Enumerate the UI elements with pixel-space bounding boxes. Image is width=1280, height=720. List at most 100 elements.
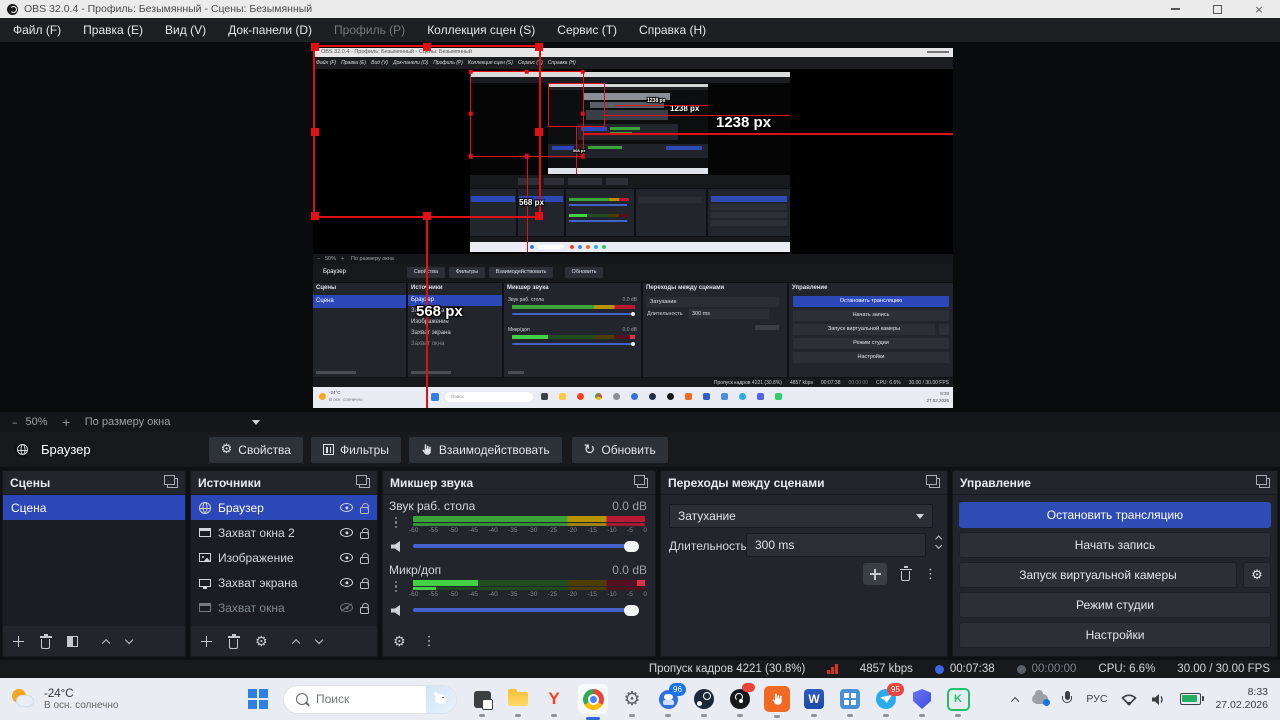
preview-area[interactable]: OBS 32.0.4 - Профиль: Безымянный - Сцены… (0, 42, 1280, 412)
filters-button[interactable]: Фильтры (310, 436, 401, 463)
visibility-icon[interactable] (340, 528, 353, 537)
add-scene-icon[interactable] (13, 636, 24, 647)
add-transition-button[interactable] (863, 563, 887, 585)
word-button[interactable]: W (802, 687, 826, 717)
scene-row[interactable]: Сцена (3, 495, 185, 520)
volume-slider[interactable] (413, 604, 639, 616)
source-row[interactable]: Изображение (191, 545, 377, 570)
preview-canvas[interactable]: OBS 32.0.4 - Профиль: Безымянный - Сцены… (313, 48, 953, 408)
menu-item-0[interactable]: Файл (F) (2, 18, 72, 42)
menu-item-6[interactable]: Сервис (T) (546, 18, 628, 42)
virtual-camera-config-button[interactable]: ⚙ (1243, 562, 1271, 588)
duration-input[interactable]: 300 ms (746, 533, 926, 557)
move-source-down-icon[interactable] (314, 635, 324, 645)
start-button[interactable] (246, 687, 270, 711)
file-explorer-button[interactable] (506, 687, 530, 717)
visibility-icon[interactable] (340, 503, 353, 512)
speaker-icon[interactable] (391, 605, 400, 616)
sources-list[interactable]: Браузер Захват окна 2 Изображение Захват… (191, 495, 377, 626)
studio-mode-button[interactable]: Режим студии (959, 592, 1271, 618)
visibility-icon[interactable] (340, 578, 353, 587)
zoom-out-button[interactable]: – (0, 416, 26, 429)
channel-grip-icon[interactable] (395, 581, 398, 593)
telegram-button[interactable]: 95 (874, 683, 904, 717)
task-view-button[interactable] (470, 687, 494, 717)
visibility-off-icon[interactable] (340, 603, 353, 612)
volume-slider[interactable] (413, 540, 639, 552)
menu-item-7[interactable]: Справка (H) (628, 18, 717, 42)
yandex-browser-button[interactable]: Y (542, 687, 566, 717)
kaspersky-button[interactable]: K (946, 687, 970, 717)
menu-item-2[interactable]: Вид (V) (154, 18, 217, 42)
remove-source-icon[interactable] (227, 633, 240, 649)
popout-icon[interactable] (926, 474, 940, 488)
channel-grip-icon[interactable] (395, 517, 398, 529)
microsoft-app-button[interactable] (838, 687, 862, 717)
stop-streaming-button[interactable]: Остановить трансляцию (959, 502, 1271, 528)
cloud-icon[interactable] (1032, 690, 1051, 706)
source-row[interactable]: Захват окна 2 (191, 520, 377, 545)
pointer-app-button[interactable] (764, 686, 790, 718)
wifi-icon[interactable] (1121, 693, 1138, 706)
menu-item-4[interactable]: Профиль (P) (323, 18, 416, 42)
volume-slider-thumb[interactable] (624, 604, 639, 616)
microphone-icon[interactable] (1062, 691, 1073, 707)
transitions-header[interactable]: Переходы между сценами (661, 471, 947, 495)
move-source-up-icon[interactable] (291, 638, 301, 648)
popout-icon[interactable] (634, 474, 648, 488)
speaker-icon[interactable] (391, 541, 400, 552)
settings-button[interactable]: Настройки (959, 622, 1271, 648)
scenes-header[interactable]: Сцены (3, 471, 185, 495)
close-button[interactable]: × (1238, 0, 1280, 18)
scene-filters-icon[interactable] (67, 636, 78, 647)
menu-item-3[interactable]: Док-панели (D) (217, 18, 323, 42)
transition-select[interactable]: Затухание (669, 504, 933, 528)
obs-app-button[interactable] (728, 683, 755, 717)
source-row[interactable]: Захват экрана (191, 570, 377, 595)
mixer-menu-icon[interactable]: ⋮ (423, 635, 436, 648)
steam-button[interactable] (692, 687, 716, 717)
visibility-icon[interactable] (340, 553, 353, 562)
language-indicator[interactable]: РУС (1086, 693, 1107, 705)
lock-icon[interactable] (360, 581, 369, 589)
virtual-camera-button[interactable]: Запуск виртуальной камеры (959, 562, 1237, 588)
remove-transition-icon[interactable] (899, 566, 912, 581)
popout-icon[interactable] (356, 474, 370, 488)
lock-icon[interactable] (360, 531, 369, 539)
start-recording-button[interactable]: Начать запись (959, 532, 1271, 558)
lock-icon[interactable] (360, 506, 369, 514)
menu-item-5[interactable]: Коллекция сцен (S) (416, 18, 546, 42)
battery-icon[interactable] (1180, 693, 1205, 705)
mixer-header[interactable]: Микшер звука (383, 471, 655, 495)
add-source-icon[interactable] (201, 636, 212, 647)
popout-icon[interactable] (1256, 474, 1270, 488)
security-app-button[interactable] (910, 687, 934, 717)
menu-item-1[interactable]: Правка (E) (72, 18, 154, 42)
chrome-button[interactable] (578, 684, 608, 720)
tray-expand-icon[interactable] (1010, 696, 1020, 706)
remove-scene-icon[interactable] (39, 633, 52, 649)
search-box[interactable]: Поиск (284, 685, 456, 713)
advanced-audio-icon[interactable]: ⚙ (393, 635, 406, 649)
source-row[interactable]: Браузер (191, 495, 377, 520)
source-row[interactable]: Захват окна (191, 595, 377, 620)
chat-app-button[interactable]: 96 (656, 683, 686, 717)
move-scene-up-icon[interactable] (101, 638, 111, 648)
clock[interactable]: 8:33 27.02.2026 (1215, 686, 1268, 712)
zoom-fit-caret-icon[interactable] (252, 419, 261, 425)
source-properties-icon[interactable]: ⚙ (255, 635, 268, 649)
transition-menu-icon[interactable]: ⋮ (924, 568, 937, 581)
lock-icon[interactable] (360, 606, 369, 614)
interact-button[interactable]: Взаимодействовать (408, 436, 562, 463)
sources-header[interactable]: Источники (191, 471, 377, 495)
volume-icon[interactable] (1151, 693, 1166, 706)
zoom-fit-select[interactable]: По размеру окна (85, 416, 171, 428)
spin-down-icon[interactable] (934, 542, 943, 550)
lock-icon[interactable] (360, 556, 369, 564)
scenes-list[interactable]: Сцена (3, 495, 185, 626)
popout-icon[interactable] (164, 474, 178, 488)
controls-header[interactable]: Управление (953, 471, 1277, 495)
refresh-button[interactable]: ↻ Обновить (571, 436, 668, 463)
settings-app-button[interactable]: ⚙ (620, 687, 644, 717)
move-scene-down-icon[interactable] (124, 635, 134, 645)
